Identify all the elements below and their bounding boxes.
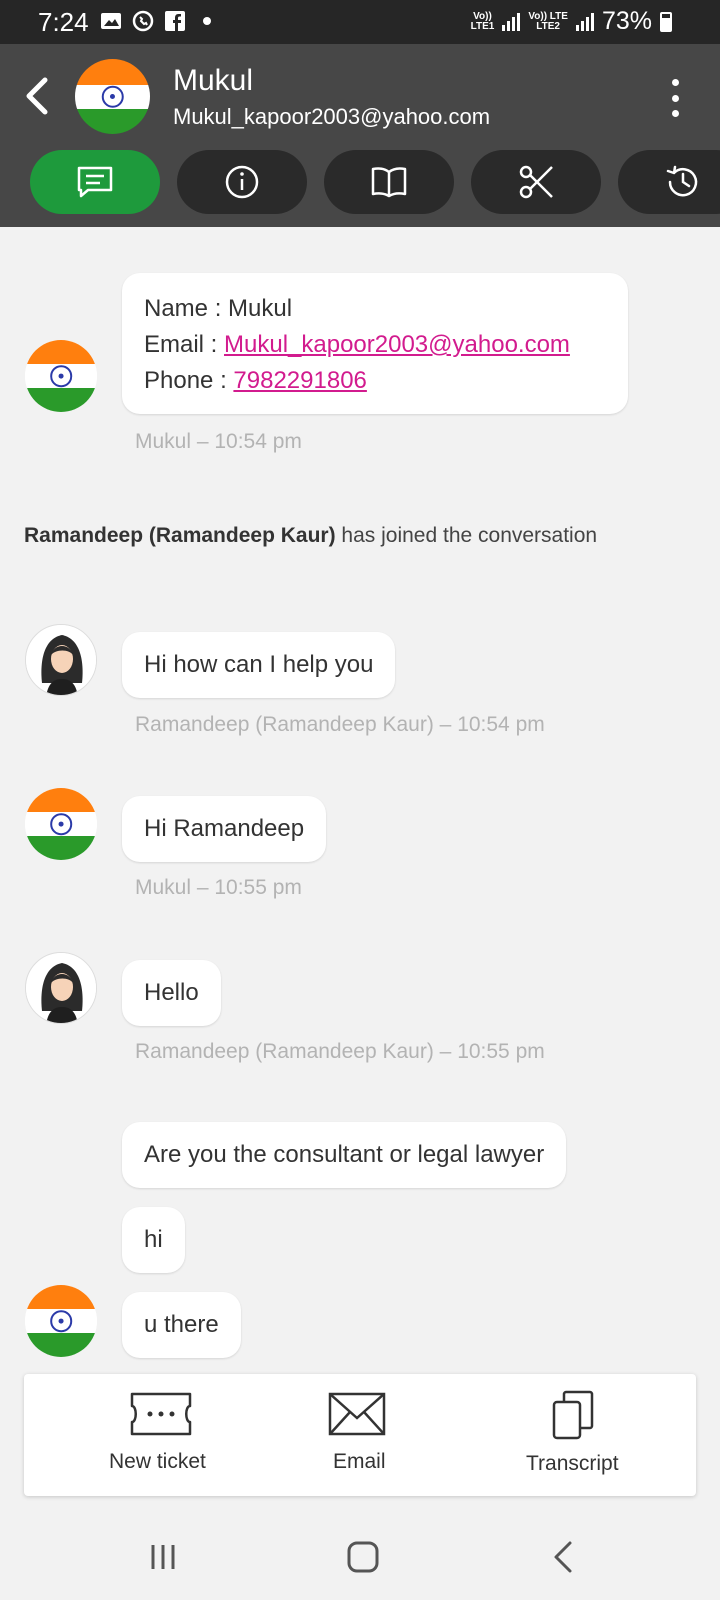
recent-apps-button[interactable] <box>138 1537 188 1577</box>
system-message: Ramandeep (Ramandeep Kaur) has joined th… <box>24 524 598 547</box>
message-bubble: Hello <box>122 960 221 1026</box>
tab-history[interactable] <box>618 150 720 214</box>
battery-icon <box>660 11 672 32</box>
status-right: Vo)) LTE1 Vo)) LTE LTE2 73% <box>471 7 672 36</box>
contact-avatar <box>25 1285 97 1357</box>
gallery-icon <box>100 10 122 32</box>
tab-knowledge-base[interactable] <box>324 150 454 214</box>
recent-apps-icon <box>151 1545 175 1569</box>
transcript-label: Transcript <box>526 1452 619 1475</box>
agent-avatar <box>25 952 97 1024</box>
india-flag-icon <box>25 1285 97 1357</box>
ticket-icon <box>130 1392 192 1436</box>
email-label: Email <box>333 1450 386 1473</box>
agent-name: Ramandeep (Ramandeep Kaur) <box>24 524 336 547</box>
agent-avatar <box>25 624 97 696</box>
email-button[interactable]: Email <box>304 1374 424 1496</box>
network-sim2: Vo)) LTE LTE2 <box>528 10 568 32</box>
system-nav-bar <box>0 1510 720 1600</box>
battery-percent: 73% <box>601 7 652 35</box>
contact-email: Mukul_kapoor2003@yahoo.com <box>173 104 491 129</box>
info-icon <box>225 165 259 199</box>
message-meta: Ramandeep (Ramandeep Kaur) – 10:54 pm <box>135 713 545 736</box>
book-icon <box>371 167 407 198</box>
india-flag-icon <box>25 340 97 412</box>
status-time: 7:24 <box>38 7 89 37</box>
contact-info-card: Name : Mukul Email : Mukul_kapoor2003@ya… <box>122 273 628 414</box>
new-ticket-button[interactable]: New ticket <box>74 1374 249 1496</box>
info-name: Mukul <box>228 295 293 322</box>
status-bar: 7:24 Vo)) LTE1 Vo)) LTE LTE2 73% <box>0 0 720 44</box>
message-meta: Mukul – 10:55 pm <box>135 876 302 899</box>
dot-icon <box>196 10 218 32</box>
message-bubble: Are you the consultant or legal lawyer <box>122 1122 567 1188</box>
contact-avatar[interactable] <box>75 59 150 134</box>
notification-icons <box>100 10 218 32</box>
back-button[interactable] <box>18 74 58 118</box>
action-bar: New ticket Email Transcript <box>24 1374 696 1496</box>
network-sim1: Vo)) LTE1 <box>470 10 495 32</box>
india-flag-icon <box>25 788 97 860</box>
phone-link[interactable]: 7982291806 <box>233 367 366 394</box>
new-ticket-label: New ticket <box>109 1450 206 1473</box>
history-icon <box>666 165 698 197</box>
message-bubble: Hi how can I help you <box>122 632 396 698</box>
chat-icon <box>77 166 113 198</box>
nav-back-button[interactable] <box>538 1537 588 1577</box>
message-bubble: hi <box>122 1207 185 1273</box>
india-flag-icon <box>75 59 150 134</box>
copy-icon <box>552 1390 594 1440</box>
message-bubble: Hi Ramandeep <box>122 796 327 862</box>
facebook-icon <box>164 10 186 32</box>
back-arrow-icon <box>26 77 48 115</box>
tab-bar <box>30 150 720 214</box>
agent-avatar-icon <box>26 625 96 695</box>
nav-back-icon <box>554 1541 572 1573</box>
email-link[interactable]: Mukul_kapoor2003@yahoo.com <box>224 331 570 358</box>
contact-name: Mukul <box>173 64 254 97</box>
message-meta: Ramandeep (Ramandeep Kaur) – 10:55 pm <box>135 1040 545 1063</box>
more-options-icon[interactable] <box>670 79 680 117</box>
tab-chat[interactable] <box>30 150 160 214</box>
contact-avatar <box>25 340 97 412</box>
contact-avatar <box>25 788 97 860</box>
agent-avatar-icon <box>26 953 96 1023</box>
signal-icon <box>502 12 521 31</box>
whatsapp-icon <box>132 10 154 32</box>
tab-info[interactable] <box>177 150 307 214</box>
home-icon <box>347 1541 379 1573</box>
scissors-icon <box>519 165 553 199</box>
message-bubble: u there <box>122 1292 241 1358</box>
tab-canned-responses[interactable] <box>471 150 601 214</box>
message-meta: Mukul – 10:54 pm <box>135 430 302 453</box>
envelope-icon <box>328 1392 386 1436</box>
signal-icon-2 <box>575 12 594 31</box>
home-button[interactable] <box>338 1537 388 1577</box>
conversation-header: Mukul Mukul_kapoor2003@yahoo.com <box>0 44 720 227</box>
transcript-button[interactable]: Transcript <box>504 1374 664 1496</box>
